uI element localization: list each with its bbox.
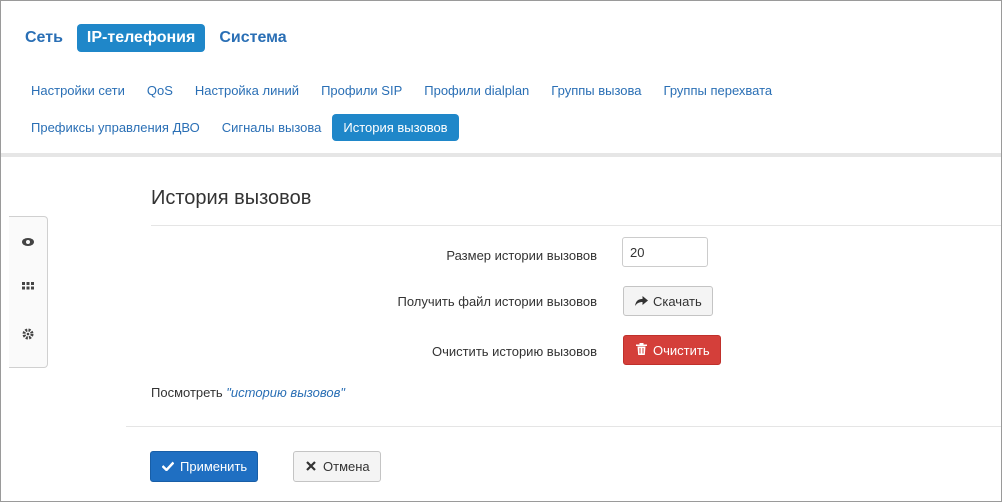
clear-history-button-label: Очистить — [653, 342, 710, 358]
view-history-prefix: Посмотреть — [151, 385, 223, 400]
apply-button-label: Применить — [180, 459, 248, 474]
sub-nav-item-qos[interactable]: QoS — [136, 77, 184, 104]
side-toolbar — [9, 216, 48, 368]
gear-icon[interactable] — [19, 328, 37, 346]
top-nav-item-system[interactable]: Система — [209, 24, 296, 52]
trash-icon — [634, 342, 648, 358]
footer-divider — [126, 426, 1001, 427]
check-icon — [161, 459, 175, 474]
title-divider — [151, 225, 1001, 226]
cancel-button[interactable]: Отмена — [293, 451, 381, 482]
sub-nav-item-call-groups[interactable]: Группы вызова — [540, 77, 652, 104]
grid-icon[interactable] — [19, 280, 37, 298]
sub-nav-item-dialplan-profiles[interactable]: Профили dialplan — [413, 77, 540, 104]
sub-nav-item-network-settings[interactable]: Настройки сети — [19, 77, 136, 104]
history-size-input[interactable] — [622, 237, 708, 267]
page-title: История вызовов — [151, 187, 312, 209]
eye-icon[interactable] — [19, 235, 37, 253]
download-button-label: Скачать — [653, 293, 702, 309]
sub-nav-item-sip-profiles[interactable]: Профили SIP — [310, 77, 413, 104]
history-size-label: Размер истории вызовов — [446, 248, 597, 263]
close-icon — [304, 459, 318, 474]
view-history-line: Посмотреть "историю вызовов" — [151, 385, 345, 400]
apply-button[interactable]: Применить — [150, 451, 259, 482]
sub-nav-row-2: Префиксы управления ДВО Сигналы вызова И… — [19, 114, 999, 141]
clear-history-button[interactable]: Очистить — [623, 335, 721, 365]
top-nav-item-network[interactable]: Сеть — [15, 24, 73, 52]
sub-nav-item-line-settings[interactable]: Настройка линий — [184, 77, 310, 104]
top-nav: Сеть IP-телефония Система — [15, 23, 301, 53]
download-label: Получить файл истории вызовов — [397, 294, 598, 309]
view-history-link[interactable]: "историю вызовов" — [226, 385, 345, 400]
sub-nav-row-1: Настройки сети QoS Настройка линий Профи… — [19, 77, 999, 104]
sub-nav-item-pickup-groups[interactable]: Группы перехвата — [653, 77, 784, 104]
sub-nav-item-call-history[interactable]: История вызовов — [332, 114, 459, 141]
nav-separator — [1, 153, 1001, 157]
cancel-button-label: Отмена — [323, 459, 370, 474]
download-button[interactable]: Скачать — [623, 286, 713, 316]
page-frame: Сеть IP-телефония Система Настройки сети… — [0, 0, 1002, 502]
top-nav-item-ip-telephony[interactable]: IP-телефония — [76, 24, 206, 52]
share-icon — [634, 294, 648, 309]
clear-history-label: Очистить историю вызовов — [431, 344, 597, 359]
sub-nav-item-ring-signals[interactable]: Сигналы вызова — [211, 114, 333, 141]
sub-nav-item-vas-prefixes[interactable]: Префиксы управления ДВО — [19, 114, 211, 141]
